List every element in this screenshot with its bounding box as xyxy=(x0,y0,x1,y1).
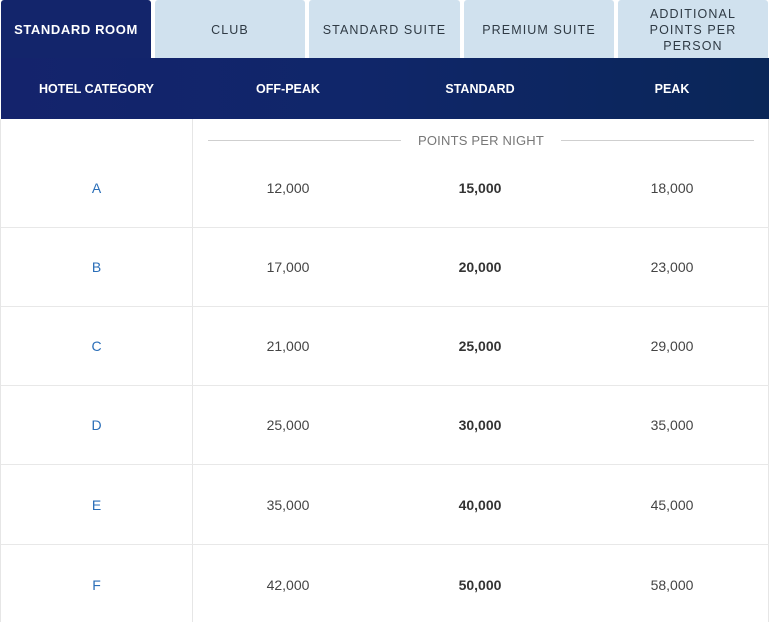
off-peak-points: 35,000 xyxy=(266,497,310,513)
points-per-night-label: POINTS PER NIGHT xyxy=(418,132,544,148)
table-row: A 12,000 15,000 18,000 xyxy=(1,148,769,228)
divider-line xyxy=(208,139,401,141)
tab-standard-suite[interactable]: STANDARD SUITE xyxy=(309,0,460,59)
off-peak-points: 17,000 xyxy=(266,259,310,275)
off-peak-points: 42,000 xyxy=(266,576,310,593)
divider-line xyxy=(561,139,754,141)
table-header: HOTEL CATEGORY OFF-PEAK STANDARD PEAK xyxy=(1,58,769,119)
tab-standard-room[interactable]: STANDARD ROOM xyxy=(1,0,151,59)
hotel-category-link[interactable]: F xyxy=(1,577,192,593)
standard-points: 20,000 xyxy=(458,259,502,275)
table-row: B 17,000 20,000 23,000 xyxy=(1,228,769,307)
points-table: POINTS PER NIGHT A 12,000 15,000 18,000 … xyxy=(0,119,769,622)
standard-points: 40,000 xyxy=(458,497,502,513)
room-type-tabs: STANDARD ROOM CLUB STANDARD SUITE PREMIU… xyxy=(0,0,769,59)
peak-points: 29,000 xyxy=(650,338,694,354)
peak-points: 58,000 xyxy=(650,576,694,593)
standard-points: 25,000 xyxy=(458,338,502,354)
column-header-standard: STANDARD xyxy=(445,81,515,96)
off-peak-points: 12,000 xyxy=(266,179,310,196)
hotel-category-link[interactable]: D xyxy=(1,417,192,433)
peak-points: 23,000 xyxy=(650,259,694,275)
tab-label: ADDITIONAL POINTS PER PERSON xyxy=(649,6,737,53)
tab-label: PREMIUM SUITE xyxy=(482,22,596,37)
table-row: D 25,000 30,000 35,000 xyxy=(1,386,769,465)
table-row: E 35,000 40,000 45,000 xyxy=(1,466,769,545)
standard-points: 30,000 xyxy=(458,417,502,433)
hotel-category-link[interactable]: A xyxy=(1,180,192,196)
tab-club[interactable]: CLUB xyxy=(155,0,305,59)
standard-points: 15,000 xyxy=(458,179,502,196)
column-header-hotel-category: HOTEL CATEGORY xyxy=(38,81,155,96)
column-header-peak: PEAK xyxy=(654,81,690,96)
off-peak-points: 25,000 xyxy=(266,417,310,433)
standard-points: 50,000 xyxy=(458,576,502,593)
tab-label: STANDARD SUITE xyxy=(322,22,447,37)
column-header-off-peak: OFF-PEAK xyxy=(256,81,320,96)
tab-premium-suite[interactable]: PREMIUM SUITE xyxy=(464,0,614,59)
off-peak-points: 21,000 xyxy=(266,338,310,354)
hotel-category-link[interactable]: E xyxy=(1,497,192,513)
peak-points: 35,000 xyxy=(650,417,694,433)
hotel-category-link[interactable]: B xyxy=(1,259,192,275)
tab-additional-points-per-person[interactable]: ADDITIONAL POINTS PER PERSON xyxy=(618,0,768,59)
tab-label: STANDARD ROOM xyxy=(14,21,138,37)
peak-points: 45,000 xyxy=(650,497,694,513)
hotel-category-link[interactable]: C xyxy=(1,338,192,354)
table-row: F 42,000 50,000 58,000 xyxy=(1,545,769,622)
tab-label: CLUB xyxy=(211,22,249,37)
peak-points: 18,000 xyxy=(650,179,694,196)
table-row: C 21,000 25,000 29,000 xyxy=(1,307,769,386)
